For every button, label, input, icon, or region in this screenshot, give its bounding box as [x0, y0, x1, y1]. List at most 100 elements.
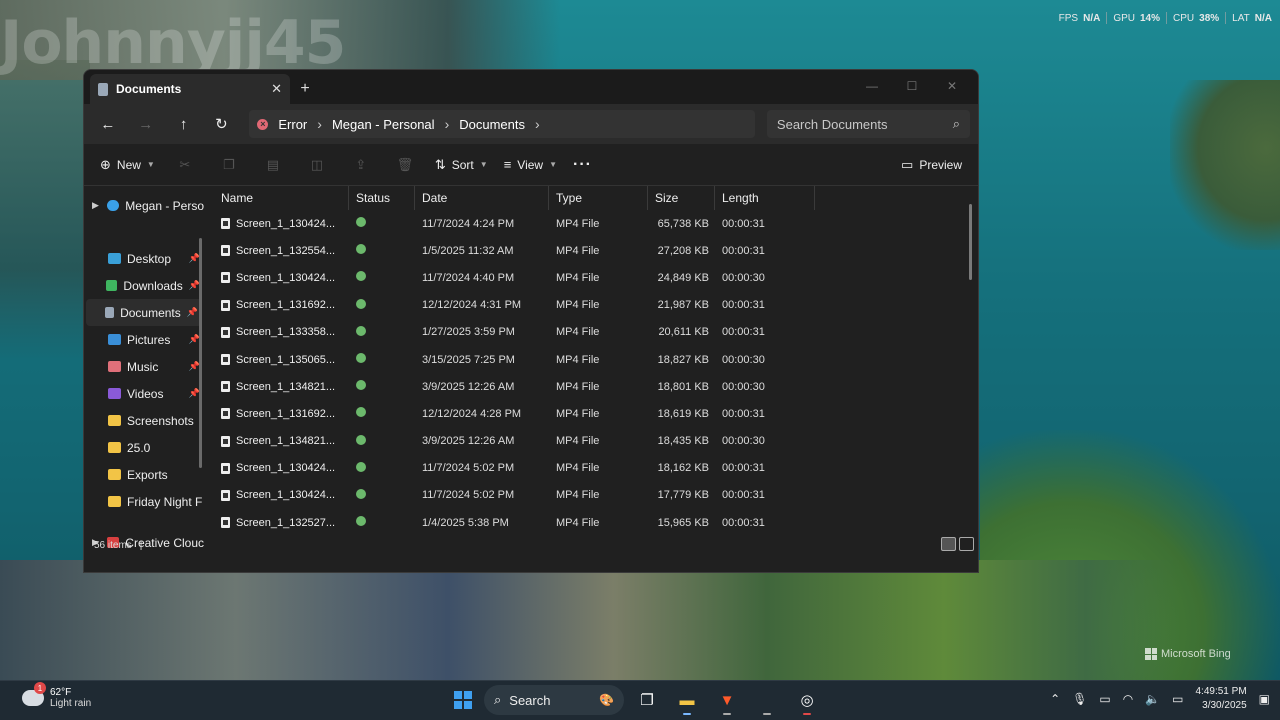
sidebar-item-desktop[interactable]: Desktop 📌: [84, 245, 204, 272]
download-icon: [106, 280, 118, 291]
sidebar-item-documents[interactable]: Documents 📌: [86, 299, 202, 326]
sidebar-item-exports[interactable]: Exports: [84, 461, 204, 488]
brave-browser-icon[interactable]: ▼: [710, 685, 744, 715]
sidebar-item-friday-night-f[interactable]: Friday Night F: [84, 488, 204, 515]
chevron-right-icon[interactable]: ›: [535, 116, 540, 132]
chevron-right-icon[interactable]: ›: [445, 116, 450, 132]
copy-icon[interactable]: ❐: [209, 150, 249, 180]
breadcrumb-megan-personal[interactable]: Megan - Personal: [332, 117, 435, 132]
sort-icon: ⇅: [434, 156, 446, 172]
breadcrumb-error[interactable]: Error: [278, 117, 307, 132]
details-view-icon[interactable]: [941, 537, 956, 551]
file-explorer-icon[interactable]: ▬: [670, 685, 704, 715]
view-button[interactable]: ≡ View ▼: [498, 150, 563, 180]
battery-icon[interactable]: ▭: [1172, 692, 1183, 706]
rename-icon[interactable]: ◫: [297, 150, 337, 180]
sidebar-item-pictures[interactable]: Pictures 📌: [84, 326, 204, 353]
refresh-button[interactable]: ↻: [206, 109, 238, 139]
chevron-right-icon[interactable]: ▶: [92, 200, 101, 211]
sidebar-item-music[interactable]: Music 📌: [84, 353, 204, 380]
new-tab-button[interactable]: +: [290, 74, 320, 104]
column-type[interactable]: Type: [549, 186, 648, 210]
cut-icon[interactable]: ✂: [165, 150, 205, 180]
paste-icon[interactable]: ▤: [253, 150, 293, 180]
file-length: 00:00:30: [722, 380, 765, 393]
table-row[interactable]: Screen_1_134821... 3/9/2025 12:26 AM MP4 F…: [204, 428, 978, 455]
obs-icon[interactable]: ◎: [790, 685, 824, 715]
column-size[interactable]: Size: [648, 186, 715, 210]
file-list-scrollbar[interactable]: [969, 204, 972, 280]
table-row[interactable]: Screen_1_133358... 1/27/2025 3:59 PM MP4 F…: [204, 319, 978, 346]
table-row[interactable]: Screen_1_130424... 11/7/2024 5:02 PM MP4 F…: [204, 482, 978, 509]
file-length: 00:00:30: [722, 271, 765, 284]
video-file-icon: [221, 408, 230, 420]
table-row[interactable]: Screen_1_130424... 11/7/2024 4:24 PM MP4 F…: [204, 210, 978, 237]
chevron-down-icon: ▼: [479, 160, 488, 169]
preview-pane-icon: ▭: [901, 156, 914, 172]
close-button[interactable]: ✕: [932, 74, 972, 98]
display-icon[interactable]: ▭: [1099, 692, 1110, 706]
task-view-icon[interactable]: ❐: [630, 685, 664, 715]
wifi-icon[interactable]: ◠: [1123, 692, 1133, 706]
taskbar-center: ⌕ Search 🎨 ❐ ▬ ▼ ◎: [448, 685, 824, 715]
file-size: 21,987 KB: [657, 299, 709, 312]
minimize-button[interactable]: —: [852, 74, 892, 98]
column-date[interactable]: Date: [415, 186, 549, 210]
tab-documents[interactable]: Documents ✕: [90, 74, 290, 104]
music-icon: [108, 361, 121, 372]
perf-lat: LAT N/A: [1232, 12, 1272, 24]
search-input[interactable]: Search Documents ⌕: [766, 110, 970, 138]
breadcrumb-documents[interactable]: Documents: [459, 117, 525, 132]
table-row[interactable]: Screen_1_130424... 11/7/2024 5:02 PM MP4 F…: [204, 455, 978, 482]
sidebar-item-25-0[interactable]: 25.0: [84, 434, 204, 461]
table-row[interactable]: Screen_1_134821... 3/9/2025 12:26 AM MP4 F…: [204, 373, 978, 400]
video-file-icon: [221, 272, 230, 284]
file-size: 18,827 KB: [657, 353, 709, 366]
back-button[interactable]: ←: [92, 109, 124, 139]
sidebar-item-megan-personal[interactable]: ▶ Megan - Perso: [84, 192, 204, 219]
maximize-button[interactable]: ☐: [892, 74, 932, 98]
chevron-right-icon[interactable]: ›: [317, 116, 322, 132]
delete-icon[interactable]: 🗑: [385, 150, 425, 180]
column-name[interactable]: Name: [214, 186, 349, 210]
weather-widget[interactable]: 1 62°F Light rain: [22, 682, 91, 709]
table-row[interactable]: Screen_1_135065... 3/15/2025 7:25 PM MP4 F…: [204, 346, 978, 373]
chevron-up-icon[interactable]: ⌃: [1050, 692, 1060, 706]
nav-scrollbar[interactable]: [199, 238, 202, 468]
more-options-button[interactable]: ···: [567, 150, 598, 180]
breadcrumb[interactable]: × Error › Megan - Personal › Documents ›: [249, 110, 755, 138]
video-icon: [108, 388, 121, 399]
file-type: MP4 File: [556, 326, 600, 339]
new-button[interactable]: ⊕ New ▼: [94, 150, 161, 180]
forward-button[interactable]: →: [130, 109, 162, 139]
share-icon[interactable]: ⇪: [341, 150, 381, 180]
app-icon[interactable]: [750, 685, 784, 715]
volume-icon[interactable]: 🔈: [1145, 692, 1160, 706]
microsoft-bing-label: Microsoft Bing: [1145, 648, 1231, 660]
tab-close-icon[interactable]: ✕: [271, 81, 282, 97]
sidebar-item-videos[interactable]: Videos 📌: [84, 380, 204, 407]
up-button[interactable]: ↑: [168, 109, 200, 139]
preview-button[interactable]: ▭ Preview: [895, 150, 968, 180]
table-row[interactable]: Screen_1_131692... 12/12/2024 4:31 PM MP4 …: [204, 292, 978, 319]
table-row[interactable]: Screen_1_132527... 1/4/2025 5:38 PM MP4 Fi…: [204, 509, 978, 530]
column-status[interactable]: Status: [349, 186, 415, 210]
search-icon: ⌕: [494, 692, 502, 707]
tiles-view-icon[interactable]: [959, 537, 974, 551]
sort-button[interactable]: ⇅ Sort ▼: [429, 150, 494, 180]
file-type: MP4 File: [556, 217, 600, 230]
table-row[interactable]: Screen_1_130424... 11/7/2024 4:40 PM MP4 F…: [204, 264, 978, 291]
windows-start-icon[interactable]: [448, 685, 478, 715]
taskbar: 1 62°F Light rain ⌕ Search 🎨 ❐ ▬ ▼ ◎ ⌃ 🎙…: [0, 680, 1280, 720]
taskbar-search[interactable]: ⌕ Search 🎨: [484, 685, 624, 715]
notification-icon[interactable]: ▣: [1259, 692, 1270, 706]
video-file-icon: [221, 381, 230, 393]
sidebar-item-screenshots[interactable]: Screenshots: [84, 407, 204, 434]
microphone-icon[interactable]: 🎙: [1072, 692, 1087, 706]
table-row[interactable]: Screen_1_132554... 1/5/2025 11:32 AM MP4 F…: [204, 237, 978, 264]
column-length[interactable]: Length: [715, 186, 815, 210]
table-row[interactable]: Screen_1_131692... 12/12/2024 4:28 PM MP4 …: [204, 400, 978, 427]
sidebar-item-downloads[interactable]: Downloads 📌: [84, 272, 204, 299]
file-name: Screen_1_130424...: [236, 462, 336, 475]
clock[interactable]: 4:49:51 PM 3/30/2025: [1196, 685, 1247, 713]
